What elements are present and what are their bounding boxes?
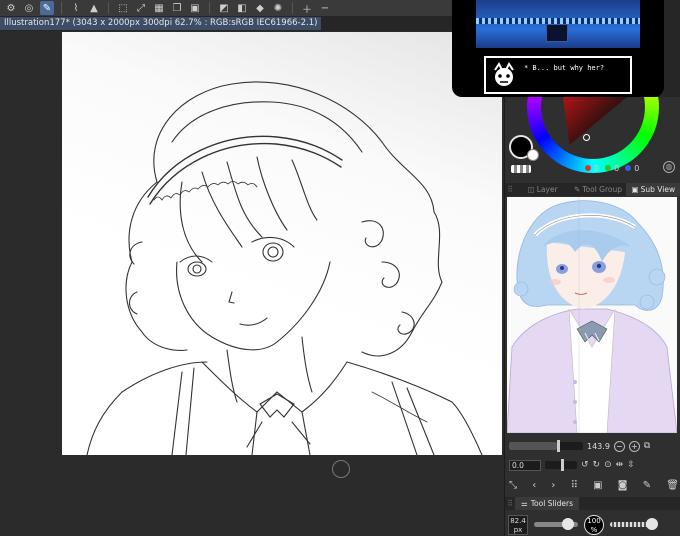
panel-grip-icon[interactable]: ⠿ (505, 185, 515, 194)
app-window: ⚙ ◎ ✎ ⌇ ▲ ⬚ ⤢ ▦ ❐ ▣ ◩ ◧ ◆ ✺ ＋ − Illustra… (0, 0, 680, 536)
paste-icon[interactable]: ▣ (188, 1, 202, 15)
trash-icon[interactable]: 🗑 (666, 480, 679, 491)
navigator-zoom-row: 143.9 − + ⧉ (509, 439, 679, 453)
panel-grip-icon[interactable]: ⠿ (505, 499, 515, 508)
rotation-slider[interactable] (545, 459, 577, 471)
color-settings-icon[interactable]: ◍ (663, 161, 675, 173)
eyedropper-icon[interactable]: ⤡ (509, 480, 517, 491)
zoom-out-button[interactable]: − (613, 440, 625, 452)
document-title[interactable]: Illustration177* (3043 x 2000px 300dpi 6… (0, 17, 322, 30)
game-portrait-icon (494, 62, 514, 86)
top-toolbar: ⚙ ◎ ✎ ⌇ ▲ ⬚ ⤢ ▦ ❐ ▣ ◩ ◧ ◆ ✺ ＋ − (0, 0, 460, 16)
image-import-icon[interactable]: ▣ (593, 480, 602, 491)
tab-tool-sliders[interactable]: ⚌ Tool Sliders (515, 497, 579, 510)
toolbar-divider (292, 2, 293, 14)
opacity-readout[interactable]: 100 % (584, 514, 604, 535)
zoom-slider[interactable] (509, 440, 583, 452)
sub-view-icon: ▣ (631, 185, 639, 194)
camera-icon[interactable]: ◙ (618, 480, 628, 491)
add-icon[interactable]: ＋ (300, 1, 314, 16)
subview-nav-row: ⤡ ‹ › ⠿ ▣ ◙ ✎ 🗑 (509, 477, 679, 493)
tool-sliders-row: 82.4 px 100 % (505, 513, 680, 536)
undo-history-icon[interactable]: ◎ (22, 1, 36, 15)
tab-tool-group[interactable]: ✎ Tool Group (570, 183, 625, 196)
spray-icon[interactable]: ◧ (235, 1, 249, 15)
rgb-red: 0 (585, 164, 599, 173)
right-panel: 0 0 0 ◍ ⠿ ◫ Layer ✎ Tool Group ▣ Sub View (504, 97, 680, 536)
brush-size-slider[interactable] (534, 518, 578, 530)
lasso-icon[interactable]: ⌇ (69, 1, 83, 15)
fill-icon[interactable]: ▲ (87, 1, 101, 15)
flip-vertical-icon[interactable]: ⇳ (627, 460, 635, 470)
settings-icon[interactable]: ⚙ (4, 1, 18, 15)
rotate-left-icon[interactable]: ↺ (581, 460, 589, 470)
zoom-value: 143.9 (587, 441, 610, 451)
flip-icon[interactable]: ◆ (253, 1, 267, 15)
rotate-right-icon[interactable]: ↻ (593, 460, 601, 470)
sub-color-swatch[interactable] (527, 149, 539, 161)
game-character (546, 24, 568, 42)
pen-icon[interactable]: ✎ (40, 1, 54, 15)
layer-icon[interactable]: ◩ (217, 1, 231, 15)
zoom-slider-fill (509, 442, 558, 450)
brush-cursor (332, 460, 350, 478)
toolbar-divider (209, 2, 210, 14)
panel-tabs: ⠿ ◫ Layer ✎ Tool Group ▣ Sub View (505, 183, 680, 196)
zoom-slider-thumb[interactable] (557, 440, 561, 452)
tool-group-icon: ✎ (573, 185, 581, 194)
density-slider[interactable] (610, 518, 658, 530)
game-dialog-text: * B... but why her? (524, 64, 605, 72)
brush-size-knob[interactable] (562, 518, 574, 530)
select-icon[interactable]: ⬚ (116, 1, 130, 15)
zoom-in-button[interactable]: + (628, 440, 640, 452)
layer-icon: ◫ (527, 185, 535, 194)
rgb-green: 0 (605, 164, 619, 173)
more-icon[interactable]: ✺ (271, 1, 285, 15)
flip-horizontal-icon[interactable]: ⇹ (616, 460, 624, 470)
sub-view-reference[interactable] (507, 197, 677, 433)
sketch-drawing (86, 81, 483, 455)
fit-view-icon[interactable]: ⧉ (644, 441, 650, 451)
game-video-overlay: * B... but why her? (452, 0, 664, 97)
rgb-readout: 0 0 0 (585, 164, 639, 173)
ruler-icon[interactable]: ▦ (152, 1, 166, 15)
reference-image (507, 197, 677, 433)
copy-icon[interactable]: ❐ (170, 1, 184, 15)
next-image-icon[interactable]: › (551, 480, 555, 491)
color-picker-marker[interactable] (583, 134, 590, 141)
edit-icon[interactable]: ✎ (643, 480, 651, 491)
grid-icon[interactable]: ⠿ (571, 480, 578, 491)
toolbar-divider (61, 2, 62, 14)
drawing-canvas[interactable] (62, 32, 502, 455)
transform-icon[interactable]: ⤢ (134, 1, 148, 15)
prev-image-icon[interactable]: ‹ (532, 480, 536, 491)
game-dialog-box: * B... but why her? (484, 56, 632, 94)
game-scene (476, 0, 640, 48)
reset-rotation-icon[interactable]: ⊙ (604, 460, 612, 470)
density-knob[interactable] (646, 518, 658, 530)
tab-layer[interactable]: ◫ Layer (515, 183, 570, 196)
navigator-rotate-row: 0.0 ↺ ↻ ⊙ ⇹ ⇳ (509, 458, 679, 472)
rotation-slider-thumb[interactable] (561, 459, 564, 471)
rgb-blue: 0 (625, 164, 639, 173)
tool-sliders-header: ⠿ ⚌ Tool Sliders (505, 497, 680, 510)
tab-sub-view[interactable]: ▣ Sub View (625, 183, 680, 196)
sliders-icon: ⚌ (521, 499, 528, 508)
brush-size-readout[interactable]: 82.4 px (508, 514, 528, 535)
rotation-value[interactable]: 0.0 (509, 459, 541, 471)
canvas-area[interactable] (0, 31, 504, 536)
transparent-color-swatch[interactable] (511, 165, 531, 173)
minus-icon[interactable]: − (318, 1, 332, 15)
toolbar-divider (108, 2, 109, 14)
